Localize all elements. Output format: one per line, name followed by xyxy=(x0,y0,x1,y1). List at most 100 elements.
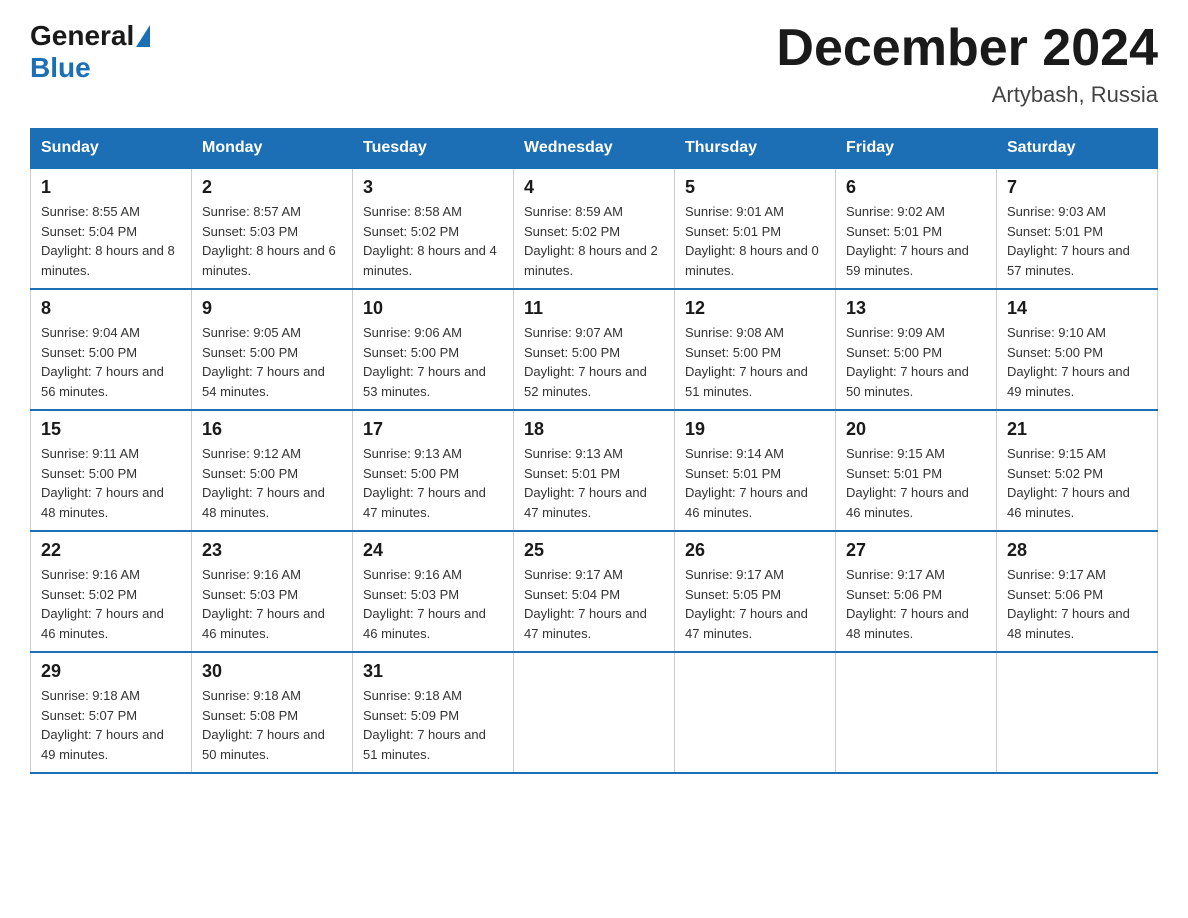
day-number: 28 xyxy=(1007,540,1147,561)
table-row: 23 Sunrise: 9:16 AM Sunset: 5:03 PM Dayl… xyxy=(192,531,353,652)
day-info: Sunrise: 9:17 AM Sunset: 5:04 PM Dayligh… xyxy=(524,565,664,643)
day-number: 18 xyxy=(524,419,664,440)
table-row xyxy=(514,652,675,773)
day-info: Sunrise: 9:06 AM Sunset: 5:00 PM Dayligh… xyxy=(363,323,503,401)
day-info: Sunrise: 9:17 AM Sunset: 5:06 PM Dayligh… xyxy=(1007,565,1147,643)
day-number: 24 xyxy=(363,540,503,561)
table-row: 16 Sunrise: 9:12 AM Sunset: 5:00 PM Dayl… xyxy=(192,410,353,531)
day-info: Sunrise: 9:05 AM Sunset: 5:00 PM Dayligh… xyxy=(202,323,342,401)
table-row: 24 Sunrise: 9:16 AM Sunset: 5:03 PM Dayl… xyxy=(353,531,514,652)
day-number: 22 xyxy=(41,540,181,561)
col-friday: Friday xyxy=(836,129,997,169)
day-info: Sunrise: 8:55 AM Sunset: 5:04 PM Dayligh… xyxy=(41,202,181,280)
day-number: 31 xyxy=(363,661,503,682)
day-number: 23 xyxy=(202,540,342,561)
table-row: 29 Sunrise: 9:18 AM Sunset: 5:07 PM Dayl… xyxy=(31,652,192,773)
day-number: 4 xyxy=(524,177,664,198)
day-number: 15 xyxy=(41,419,181,440)
day-number: 19 xyxy=(685,419,825,440)
day-info: Sunrise: 9:13 AM Sunset: 5:00 PM Dayligh… xyxy=(363,444,503,522)
page-header: General Blue December 2024 Artybash, Rus… xyxy=(30,20,1158,108)
day-info: Sunrise: 9:14 AM Sunset: 5:01 PM Dayligh… xyxy=(685,444,825,522)
table-row: 17 Sunrise: 9:13 AM Sunset: 5:00 PM Dayl… xyxy=(353,410,514,531)
table-row: 10 Sunrise: 9:06 AM Sunset: 5:00 PM Dayl… xyxy=(353,289,514,410)
day-number: 6 xyxy=(846,177,986,198)
day-number: 2 xyxy=(202,177,342,198)
col-tuesday: Tuesday xyxy=(353,129,514,169)
day-info: Sunrise: 9:03 AM Sunset: 5:01 PM Dayligh… xyxy=(1007,202,1147,280)
day-info: Sunrise: 9:13 AM Sunset: 5:01 PM Dayligh… xyxy=(524,444,664,522)
calendar-week-row: 8 Sunrise: 9:04 AM Sunset: 5:00 PM Dayli… xyxy=(31,289,1158,410)
day-number: 30 xyxy=(202,661,342,682)
day-info: Sunrise: 9:18 AM Sunset: 5:09 PM Dayligh… xyxy=(363,686,503,764)
day-number: 5 xyxy=(685,177,825,198)
table-row: 12 Sunrise: 9:08 AM Sunset: 5:00 PM Dayl… xyxy=(675,289,836,410)
day-number: 12 xyxy=(685,298,825,319)
col-thursday: Thursday xyxy=(675,129,836,169)
table-row: 14 Sunrise: 9:10 AM Sunset: 5:00 PM Dayl… xyxy=(997,289,1158,410)
day-info: Sunrise: 9:07 AM Sunset: 5:00 PM Dayligh… xyxy=(524,323,664,401)
day-number: 13 xyxy=(846,298,986,319)
calendar-week-row: 29 Sunrise: 9:18 AM Sunset: 5:07 PM Dayl… xyxy=(31,652,1158,773)
table-row xyxy=(675,652,836,773)
day-number: 21 xyxy=(1007,419,1147,440)
day-number: 9 xyxy=(202,298,342,319)
day-number: 14 xyxy=(1007,298,1147,319)
day-info: Sunrise: 9:08 AM Sunset: 5:00 PM Dayligh… xyxy=(685,323,825,401)
day-info: Sunrise: 9:18 AM Sunset: 5:07 PM Dayligh… xyxy=(41,686,181,764)
day-number: 16 xyxy=(202,419,342,440)
table-row: 28 Sunrise: 9:17 AM Sunset: 5:06 PM Dayl… xyxy=(997,531,1158,652)
day-info: Sunrise: 9:16 AM Sunset: 5:03 PM Dayligh… xyxy=(363,565,503,643)
table-row xyxy=(836,652,997,773)
table-row: 31 Sunrise: 9:18 AM Sunset: 5:09 PM Dayl… xyxy=(353,652,514,773)
day-info: Sunrise: 9:15 AM Sunset: 5:01 PM Dayligh… xyxy=(846,444,986,522)
month-title: December 2024 xyxy=(776,20,1158,77)
logo-triangle-icon xyxy=(136,25,150,47)
day-number: 11 xyxy=(524,298,664,319)
table-row: 21 Sunrise: 9:15 AM Sunset: 5:02 PM Dayl… xyxy=(997,410,1158,531)
day-number: 10 xyxy=(363,298,503,319)
logo: General Blue xyxy=(30,20,152,84)
table-row: 22 Sunrise: 9:16 AM Sunset: 5:02 PM Dayl… xyxy=(31,531,192,652)
day-info: Sunrise: 9:17 AM Sunset: 5:05 PM Dayligh… xyxy=(685,565,825,643)
title-section: December 2024 Artybash, Russia xyxy=(776,20,1158,108)
day-number: 29 xyxy=(41,661,181,682)
table-row: 8 Sunrise: 9:04 AM Sunset: 5:00 PM Dayli… xyxy=(31,289,192,410)
table-row: 7 Sunrise: 9:03 AM Sunset: 5:01 PM Dayli… xyxy=(997,168,1158,289)
calendar-week-row: 1 Sunrise: 8:55 AM Sunset: 5:04 PM Dayli… xyxy=(31,168,1158,289)
day-number: 27 xyxy=(846,540,986,561)
day-number: 25 xyxy=(524,540,664,561)
logo-blue-text: Blue xyxy=(30,52,91,84)
day-info: Sunrise: 9:10 AM Sunset: 5:00 PM Dayligh… xyxy=(1007,323,1147,401)
table-row: 5 Sunrise: 9:01 AM Sunset: 5:01 PM Dayli… xyxy=(675,168,836,289)
table-row: 1 Sunrise: 8:55 AM Sunset: 5:04 PM Dayli… xyxy=(31,168,192,289)
day-info: Sunrise: 9:11 AM Sunset: 5:00 PM Dayligh… xyxy=(41,444,181,522)
table-row: 19 Sunrise: 9:14 AM Sunset: 5:01 PM Dayl… xyxy=(675,410,836,531)
day-info: Sunrise: 9:17 AM Sunset: 5:06 PM Dayligh… xyxy=(846,565,986,643)
table-row: 4 Sunrise: 8:59 AM Sunset: 5:02 PM Dayli… xyxy=(514,168,675,289)
day-info: Sunrise: 9:15 AM Sunset: 5:02 PM Dayligh… xyxy=(1007,444,1147,522)
day-number: 26 xyxy=(685,540,825,561)
calendar-week-row: 15 Sunrise: 9:11 AM Sunset: 5:00 PM Dayl… xyxy=(31,410,1158,531)
day-info: Sunrise: 9:04 AM Sunset: 5:00 PM Dayligh… xyxy=(41,323,181,401)
day-info: Sunrise: 9:09 AM Sunset: 5:00 PM Dayligh… xyxy=(846,323,986,401)
day-number: 20 xyxy=(846,419,986,440)
day-number: 3 xyxy=(363,177,503,198)
day-info: Sunrise: 9:12 AM Sunset: 5:00 PM Dayligh… xyxy=(202,444,342,522)
table-row: 11 Sunrise: 9:07 AM Sunset: 5:00 PM Dayl… xyxy=(514,289,675,410)
location-title: Artybash, Russia xyxy=(776,82,1158,108)
col-wednesday: Wednesday xyxy=(514,129,675,169)
day-info: Sunrise: 9:02 AM Sunset: 5:01 PM Dayligh… xyxy=(846,202,986,280)
table-row: 3 Sunrise: 8:58 AM Sunset: 5:02 PM Dayli… xyxy=(353,168,514,289)
col-sunday: Sunday xyxy=(31,129,192,169)
day-info: Sunrise: 9:16 AM Sunset: 5:02 PM Dayligh… xyxy=(41,565,181,643)
day-number: 17 xyxy=(363,419,503,440)
table-row: 30 Sunrise: 9:18 AM Sunset: 5:08 PM Dayl… xyxy=(192,652,353,773)
day-info: Sunrise: 8:57 AM Sunset: 5:03 PM Dayligh… xyxy=(202,202,342,280)
table-row: 26 Sunrise: 9:17 AM Sunset: 5:05 PM Dayl… xyxy=(675,531,836,652)
table-row: 6 Sunrise: 9:02 AM Sunset: 5:01 PM Dayli… xyxy=(836,168,997,289)
table-row: 18 Sunrise: 9:13 AM Sunset: 5:01 PM Dayl… xyxy=(514,410,675,531)
day-number: 1 xyxy=(41,177,181,198)
day-info: Sunrise: 8:58 AM Sunset: 5:02 PM Dayligh… xyxy=(363,202,503,280)
table-row: 13 Sunrise: 9:09 AM Sunset: 5:00 PM Dayl… xyxy=(836,289,997,410)
